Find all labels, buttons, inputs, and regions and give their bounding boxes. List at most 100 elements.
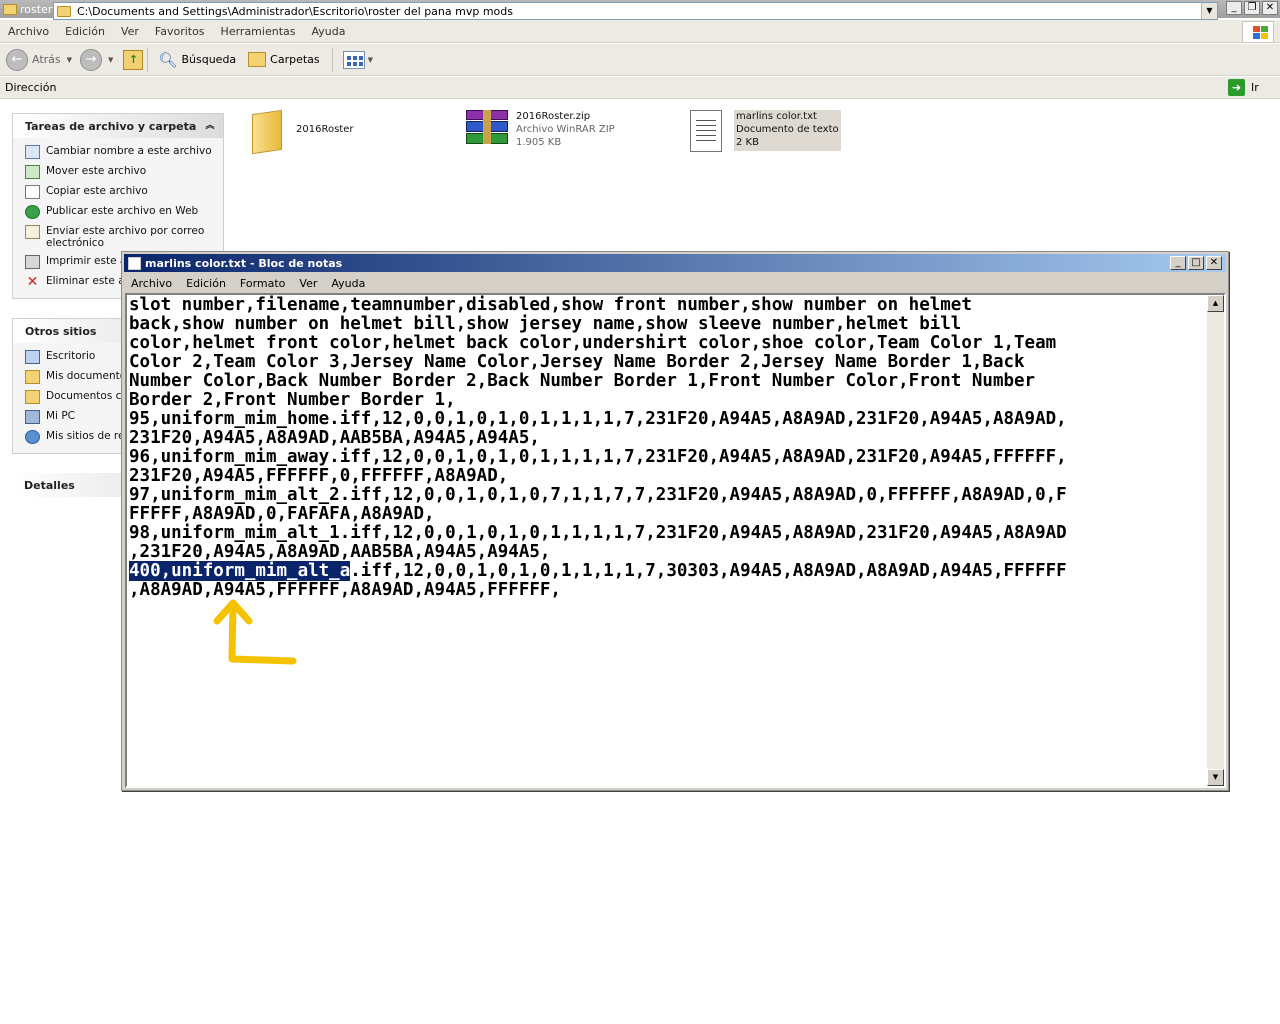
- print-icon: [25, 255, 40, 269]
- collapse-chevron-icon[interactable]: ︽: [203, 119, 217, 133]
- other-places-title: Otros sitios: [25, 324, 97, 338]
- forward-dropdown-icon[interactable]: ▼: [108, 56, 113, 64]
- file-item-folder[interactable]: 2016Roster: [248, 108, 353, 155]
- folders-label: Carpetas: [270, 53, 320, 66]
- close-button[interactable]: ✕: [1262, 1, 1278, 15]
- place-label: Mi PC: [46, 410, 75, 422]
- notepad-maximize-button[interactable]: □: [1188, 256, 1204, 270]
- place-label: Mis documentos: [46, 370, 132, 382]
- menu-favoritos[interactable]: Favoritos: [147, 25, 213, 38]
- go-button[interactable]: ➜ Ir: [1228, 79, 1259, 96]
- winrar-icon: [466, 110, 510, 146]
- address-bar: Dirección: [0, 77, 1280, 99]
- notepad-menu-archivo[interactable]: Archivo: [124, 277, 179, 290]
- search-button[interactable]: 🔍︎ Búsqueda: [158, 51, 236, 69]
- folder-icon: [3, 3, 17, 15]
- file-name: marlins color.txt: [736, 111, 817, 122]
- file-type: Documento de texto: [736, 124, 839, 135]
- task-label: Enviar este archivo por correo electróni…: [46, 225, 205, 249]
- notepad-content: slot number,filename,teamnumber,disabled…: [129, 296, 1204, 600]
- scroll-down-icon[interactable]: ▼: [1207, 769, 1224, 786]
- desktop-icon: [25, 350, 40, 364]
- notepad-menu-ayuda[interactable]: Ayuda: [324, 277, 372, 290]
- web-publish-icon: [25, 205, 40, 219]
- task-label: Imprimir este ar: [46, 255, 131, 267]
- toolbar-separator: [331, 47, 333, 72]
- windows-logo-icon: [1242, 21, 1274, 43]
- up-folder-icon[interactable]: ↑: [123, 49, 144, 70]
- restore-button[interactable]: ❐: [1244, 1, 1260, 15]
- toolbar-separator: [147, 47, 149, 72]
- back-dropdown-icon[interactable]: ▼: [67, 56, 72, 64]
- menu-ver[interactable]: Ver: [113, 25, 147, 38]
- delete-icon: ✕: [26, 274, 39, 290]
- text-before-selection: slot number,filename,teamnumber,disabled…: [129, 295, 1067, 562]
- task-email[interactable]: Enviar este archivo por correo electróni…: [25, 222, 223, 252]
- place-label: Escritorio: [46, 350, 96, 362]
- move-icon: [25, 165, 40, 179]
- notepad-window: marlins color.txt - Bloc de notas _ □ ✕ …: [121, 251, 1229, 791]
- task-rename[interactable]: Cambiar nombre a este archivo: [25, 142, 223, 162]
- network-icon: [25, 430, 40, 444]
- shared-documents-icon: [25, 390, 40, 404]
- file-size: 2 KB: [736, 137, 759, 148]
- address-dropdown-icon[interactable]: ▼: [1201, 3, 1217, 19]
- back-button[interactable]: Atrás: [32, 53, 61, 66]
- file-item-txt[interactable]: marlins color.txt Documento de texto 2 K…: [690, 110, 841, 152]
- address-field[interactable]: C:\Documents and Settings\Administrador\…: [53, 2, 1218, 20]
- my-computer-icon: [25, 410, 40, 424]
- back-arrow-icon[interactable]: ←: [6, 48, 28, 71]
- menu-herramientas[interactable]: Herramientas: [213, 25, 304, 38]
- search-icon: 🔍︎: [158, 50, 178, 69]
- task-copy[interactable]: Copiar este archivo: [25, 182, 223, 202]
- text-file-icon: [690, 110, 722, 152]
- views-dropdown-icon: ▼: [367, 55, 374, 64]
- go-arrow-icon: ➜: [1228, 79, 1245, 96]
- scroll-up-icon[interactable]: ▲: [1207, 295, 1224, 312]
- my-documents-icon: [25, 370, 40, 384]
- notepad-menu-bar: Archivo Edición Formato Ver Ayuda: [124, 273, 1226, 293]
- folders-button[interactable]: Carpetas: [248, 52, 320, 67]
- vertical-scrollbar[interactable]: ▲ ▼: [1207, 295, 1224, 786]
- task-label: Copiar este archivo: [46, 185, 148, 197]
- details-title: Detalles: [24, 478, 75, 492]
- notepad-menu-edicion[interactable]: Edición: [179, 277, 233, 290]
- explorer-menu-bar: Archivo Edición Ver Favoritos Herramient…: [0, 20, 1280, 43]
- notepad-minimize-button[interactable]: _: [1170, 256, 1186, 270]
- task-move[interactable]: Mover este archivo: [25, 162, 223, 182]
- file-name: 2016Roster.zip: [516, 111, 591, 122]
- forward-arrow-icon[interactable]: →: [80, 48, 103, 71]
- menu-edicion[interactable]: Edición: [57, 25, 113, 38]
- task-label: Publicar este archivo en Web: [46, 205, 199, 217]
- views-button[interactable]: ▼: [342, 50, 376, 69]
- minimize-button[interactable]: _: [1226, 1, 1242, 15]
- menu-ayuda[interactable]: Ayuda: [303, 25, 353, 38]
- notepad-close-button[interactable]: ✕: [1206, 256, 1222, 270]
- task-label: Mover este archivo: [46, 165, 147, 177]
- file-item-zip[interactable]: 2016Roster.zip Archivo WinRAR ZIP 1.905 …: [466, 110, 615, 149]
- address-label: Dirección: [5, 81, 57, 94]
- address-path: C:\Documents and Settings\Administrador\…: [77, 4, 513, 18]
- task-label: Cambiar nombre a este archivo: [46, 145, 212, 157]
- views-icon: [342, 50, 365, 69]
- file-tasks-header[interactable]: Tareas de archivo y carpeta ︽: [13, 114, 223, 138]
- place-label: Mis sitios de red: [46, 430, 132, 442]
- task-label: Eliminar este ar: [46, 275, 129, 287]
- notepad-menu-ver[interactable]: Ver: [292, 277, 324, 290]
- go-label: Ir: [1251, 81, 1259, 94]
- place-label: Documentos co: [46, 390, 128, 402]
- folder-icon: [248, 108, 290, 155]
- arrow-annotation-icon: [213, 599, 297, 665]
- notepad-title-bar[interactable]: marlins color.txt - Bloc de notas _ □ ✕: [124, 254, 1226, 272]
- task-publish-web[interactable]: Publicar este archivo en Web: [25, 202, 223, 222]
- notepad-title: marlins color.txt - Bloc de notas: [145, 256, 343, 270]
- selected-text: 400,uniform_mim_alt_a: [129, 561, 351, 581]
- folder-icon: [57, 5, 71, 17]
- copy-icon: [25, 185, 40, 199]
- notepad-text-area[interactable]: slot number,filename,teamnumber,disabled…: [125, 293, 1226, 788]
- folders-icon: [248, 52, 267, 67]
- notepad-menu-formato[interactable]: Formato: [233, 277, 293, 290]
- explorer-toolbar: ← Atrás ▼ → ▼ ↑ 🔍︎ Búsqueda Carpetas ▼: [0, 44, 1280, 76]
- rename-icon: [25, 145, 40, 159]
- menu-archivo[interactable]: Archivo: [0, 25, 57, 38]
